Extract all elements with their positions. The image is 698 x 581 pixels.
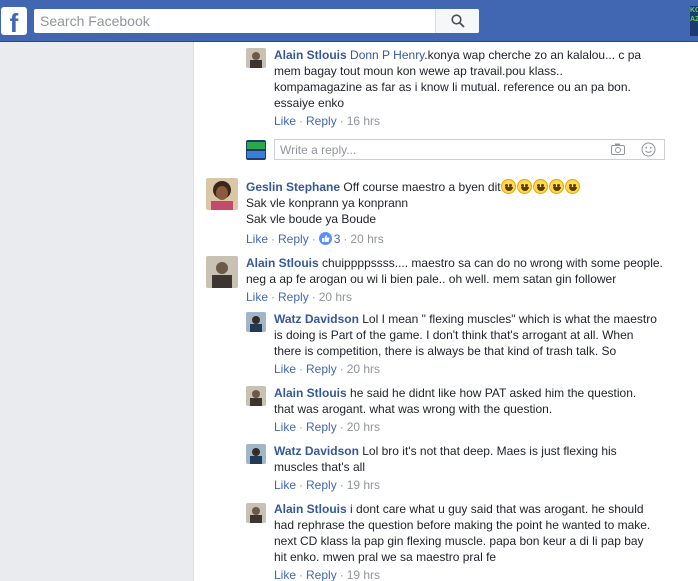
timestamp[interactable]: 20 hrs xyxy=(347,362,380,376)
reply-link[interactable]: Reply xyxy=(306,114,337,128)
reply-box xyxy=(274,139,665,160)
comment-author[interactable]: Watz Davidson xyxy=(274,444,359,458)
timestamp[interactable]: 19 hrs xyxy=(347,568,380,581)
comment-author[interactable]: Alain Stlouis xyxy=(274,48,347,62)
comment-text-line: i dont care what u guy said that was aro… xyxy=(350,502,644,516)
left-rail xyxy=(0,42,193,581)
search-box xyxy=(34,9,479,33)
comment-author[interactable]: Watz Davidson xyxy=(274,312,359,326)
comment-text-line: there is competition, there is always be… xyxy=(274,344,617,358)
comment-text-line: he said he didnt like how PAT asked him … xyxy=(350,386,637,400)
avatar[interactable] xyxy=(246,312,266,332)
comment-text-line: Lol bro it's not that deep. Maes is just… xyxy=(362,444,617,458)
like-link[interactable]: Like xyxy=(274,114,296,128)
like-link[interactable]: Like xyxy=(274,478,296,492)
timestamp[interactable]: 19 hrs xyxy=(347,478,380,492)
search-icon xyxy=(451,14,465,28)
search-input[interactable] xyxy=(34,9,439,33)
comment-text-line: muscles that's all xyxy=(274,460,365,474)
comment-text-line: kompamagazine as far as i know li mutual… xyxy=(274,80,631,94)
comment-text-line: that was arogant. what was wrong with th… xyxy=(274,402,553,416)
timestamp[interactable]: 16 hrs xyxy=(347,114,380,128)
avatar[interactable] xyxy=(246,48,266,68)
comment-author[interactable]: Alain Stlouis xyxy=(246,256,319,270)
reply-link[interactable]: Reply xyxy=(306,362,337,376)
timestamp[interactable]: 20 hrs xyxy=(347,420,380,434)
comment-author[interactable]: Geslin Stephane xyxy=(246,180,340,194)
mention-link[interactable]: Donn P Henry xyxy=(350,48,424,62)
comment-text-line: had rephrase the question before making … xyxy=(274,518,651,532)
avatar[interactable] xyxy=(246,386,266,406)
comment-text-line: is doing is Part of the game. I don't th… xyxy=(274,328,634,342)
reply-link[interactable]: Reply xyxy=(278,290,309,304)
comment-text-line: mem bagay tout moun kon wewe ap travail.… xyxy=(274,64,563,78)
laughing-emoji-icon xyxy=(532,179,548,194)
comment-author[interactable]: Alain Stlouis xyxy=(274,502,347,516)
comment-text-line: Sak vle boude ya Boude xyxy=(246,212,377,226)
avatar[interactable] xyxy=(206,256,238,288)
laughing-emoji-icon xyxy=(516,179,532,194)
corner-thumbnail[interactable]: KO AZ xyxy=(690,6,698,36)
page-avatar[interactable] xyxy=(246,140,266,160)
avatar[interactable] xyxy=(246,503,266,523)
comment-text-line: .konya wap cherche zo an kalalou... c pa xyxy=(424,48,642,62)
laughing-emoji-icon xyxy=(564,179,580,194)
comment-text-line: hit enko. mwen pral we sa maestro pral f… xyxy=(274,550,497,564)
reply-link[interactable]: Reply xyxy=(306,568,337,581)
comment-text-line: neg a ap fe arogan ou wi li bien pale.. … xyxy=(246,272,617,286)
comment-text-line: essaiye enko xyxy=(274,96,345,110)
comment-text-line: Lol I mean " flexing muscles" which is w… xyxy=(362,312,657,326)
timestamp[interactable]: 20 hrs xyxy=(319,290,352,304)
comment-author[interactable]: Alain Stlouis xyxy=(274,386,347,400)
avatar[interactable] xyxy=(246,444,266,464)
search-button[interactable] xyxy=(435,9,479,33)
like-link[interactable]: Like xyxy=(274,568,296,581)
reply-input[interactable] xyxy=(275,140,595,159)
reply-link[interactable]: Reply xyxy=(306,420,337,434)
avatar[interactable] xyxy=(206,178,238,210)
camera-icon[interactable] xyxy=(611,143,625,155)
facebook-logo-icon[interactable]: f xyxy=(1,7,27,35)
like-link[interactable]: Like xyxy=(246,232,268,246)
timestamp[interactable]: 20 hrs xyxy=(350,232,383,246)
laughing-emoji-icon xyxy=(548,179,564,194)
comment-text-line: Off course maestro a byen dit xyxy=(343,180,501,194)
like-reaction-icon[interactable] xyxy=(318,232,332,245)
top-navigation-bar: f KO AZ xyxy=(0,0,698,42)
like-link[interactable]: Like xyxy=(246,290,268,304)
reply-link[interactable]: Reply xyxy=(278,232,309,246)
comment-text-line: chuippppssss.... maestro sa can do no wr… xyxy=(322,256,663,270)
emoji-icon[interactable] xyxy=(641,142,656,157)
laughing-emoji-icon xyxy=(500,179,516,194)
like-link[interactable]: Like xyxy=(274,420,296,434)
comment-text-line: next CD klass la pap gin flexing muscle.… xyxy=(274,534,644,548)
comment-text-line: Sak vle konprann ya konprann xyxy=(246,196,409,210)
reply-link[interactable]: Reply xyxy=(306,478,337,492)
like-link[interactable]: Like xyxy=(274,362,296,376)
